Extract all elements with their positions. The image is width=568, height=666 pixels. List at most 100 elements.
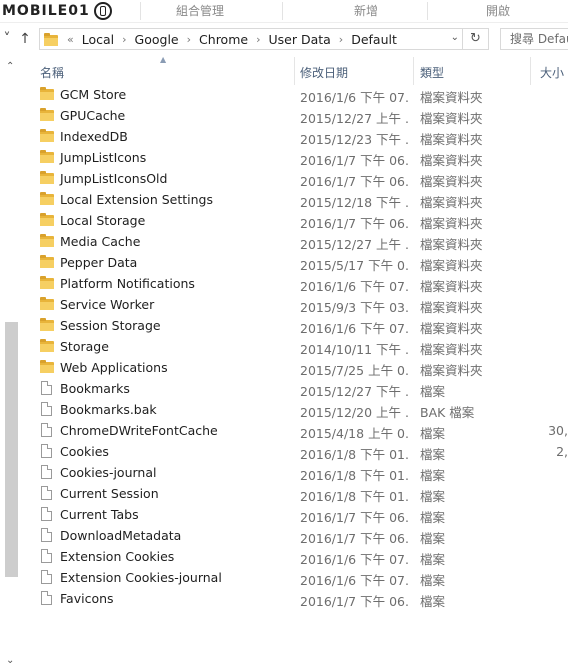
list-item[interactable]: JumpListIcons 2016/1/7 下午 06... 檔案資料夾 bbox=[30, 147, 568, 168]
scrollbar-thumb[interactable] bbox=[5, 322, 18, 577]
ribbon-group-new[interactable]: 新增 bbox=[354, 0, 378, 22]
folder-icon bbox=[40, 129, 56, 143]
item-type: 檔案 bbox=[420, 594, 446, 609]
list-item[interactable]: DownloadMetadata 2016/1/7 下午 06... 檔案 bbox=[30, 525, 568, 546]
item-date-modified: 2016/1/8 下午 01... bbox=[300, 489, 408, 504]
list-item[interactable]: Current Session 2016/1/8 下午 01... 檔案 bbox=[30, 483, 568, 504]
column-date-modified[interactable]: 修改日期 bbox=[300, 64, 348, 81]
item-date-modified: 2016/1/6 下午 07... bbox=[300, 552, 408, 567]
watermark-text: MOBILE01 bbox=[2, 3, 90, 19]
column-header: ▲ 名稱 修改日期 類型 大小 bbox=[30, 55, 568, 85]
column-divider[interactable] bbox=[294, 57, 295, 85]
column-divider[interactable] bbox=[413, 57, 414, 85]
file-icon bbox=[40, 486, 56, 500]
ribbon-divider bbox=[140, 2, 141, 20]
list-item[interactable]: Bookmarks 2015/12/27 下午 ... 檔案 bbox=[30, 378, 568, 399]
breadcrumb-local[interactable]: Local bbox=[78, 32, 118, 47]
breadcrumb-separator[interactable]: › bbox=[335, 33, 347, 46]
item-date-modified: 2016/1/6 下午 07... bbox=[300, 321, 408, 336]
folder-icon bbox=[40, 318, 56, 332]
item-name: Local Extension Settings bbox=[60, 192, 213, 207]
ribbon-group-open[interactable]: 開啟 bbox=[486, 0, 510, 22]
item-date-modified: 2016/1/8 下午 01... bbox=[300, 447, 408, 462]
column-type[interactable]: 類型 bbox=[420, 64, 444, 81]
item-type: 檔案資料夾 bbox=[420, 258, 483, 273]
item-date-modified: 2016/1/6 下午 07... bbox=[300, 90, 408, 105]
file-icon bbox=[40, 549, 56, 563]
item-type: 檔案資料夾 bbox=[420, 237, 483, 252]
item-name: Session Storage bbox=[60, 318, 161, 333]
item-date-modified: 2015/7/25 上午 0... bbox=[300, 363, 408, 378]
column-name[interactable]: 名稱 bbox=[40, 64, 64, 81]
list-item[interactable]: Local Extension Settings 2015/12/18 下午 ..… bbox=[30, 189, 568, 210]
item-name: GPUCache bbox=[60, 108, 126, 123]
search-input[interactable]: 搜尋 Defau bbox=[500, 28, 568, 50]
list-item[interactable]: GPUCache 2015/12/27 上午 ... 檔案資料夾 bbox=[30, 105, 568, 126]
list-item[interactable]: Extension Cookies 2016/1/6 下午 07... 檔案 bbox=[30, 546, 568, 567]
breadcrumb-google[interactable]: Google bbox=[131, 32, 183, 47]
file-icon bbox=[40, 423, 56, 437]
item-date-modified: 2015/12/27 下午 ... bbox=[300, 384, 408, 399]
ribbon-group-organize[interactable]: 組合管理 bbox=[176, 0, 224, 22]
item-name: Web Applications bbox=[60, 360, 168, 375]
item-date-modified: 2015/9/3 下午 03... bbox=[300, 300, 408, 315]
list-item[interactable]: Platform Notifications 2016/1/6 下午 07... 檔… bbox=[30, 273, 568, 294]
watermark-logo: MOBILE01 bbox=[0, 0, 128, 22]
scroll-up-arrow-icon[interactable]: ⌃ bbox=[6, 61, 14, 72]
column-divider[interactable] bbox=[530, 57, 531, 85]
list-item[interactable]: ChromeDWriteFontCache 2015/4/18 上午 0... 檔案… bbox=[30, 420, 568, 441]
item-type: 檔案資料夾 bbox=[420, 216, 483, 231]
breadcrumb-chrome[interactable]: Chrome bbox=[195, 32, 252, 47]
refresh-icon[interactable]: ↻ bbox=[463, 28, 489, 50]
list-item[interactable]: Service Worker 2015/9/3 下午 03... 檔案資料夾 bbox=[30, 294, 568, 315]
item-date-modified: 2015/12/18 下午 ... bbox=[300, 195, 408, 210]
item-name: Current Session bbox=[60, 486, 159, 501]
list-item[interactable]: Bookmarks.bak 2015/12/20 上午 ... BAK 檔案 bbox=[30, 399, 568, 420]
list-item[interactable]: Cookies 2016/1/8 下午 01... 檔案 2, bbox=[30, 441, 568, 462]
folder-icon bbox=[40, 150, 56, 164]
breadcrumb-separator[interactable]: › bbox=[183, 33, 195, 46]
ribbon-divider bbox=[282, 2, 283, 20]
item-size: 2, bbox=[556, 444, 568, 459]
list-item[interactable]: Storage 2014/10/11 下午 ... 檔案資料夾 bbox=[30, 336, 568, 357]
list-item[interactable]: Session Storage 2016/1/6 下午 07... 檔案資料夾 bbox=[30, 315, 568, 336]
folder-icon bbox=[40, 192, 56, 206]
item-date-modified: 2016/1/7 下午 06... bbox=[300, 216, 408, 231]
breadcrumb-user-data[interactable]: User Data bbox=[264, 32, 334, 47]
breadcrumb-separator[interactable]: › bbox=[118, 33, 130, 46]
breadcrumb-separator[interactable]: › bbox=[252, 33, 264, 46]
item-name: Pepper Data bbox=[60, 255, 138, 270]
breadcrumb-default[interactable]: Default bbox=[347, 32, 401, 47]
list-item[interactable]: Extension Cookies-journal 2016/1/6 下午 07.… bbox=[30, 567, 568, 588]
list-item[interactable]: JumpListIconsOld 2016/1/7 下午 06... 檔案資料夾 bbox=[30, 168, 568, 189]
recent-locations-chevron-down-icon[interactable]: ˅ bbox=[0, 31, 14, 47]
column-size[interactable]: 大小 bbox=[540, 64, 564, 81]
scroll-down-arrow-icon[interactable]: ⌄ bbox=[6, 655, 14, 666]
folder-icon bbox=[40, 276, 56, 290]
list-item[interactable]: Media Cache 2015/12/27 上午 ... 檔案資料夾 bbox=[30, 231, 568, 252]
list-item[interactable]: Favicons 2016/1/7 下午 06... 檔案 bbox=[30, 588, 568, 609]
address-bar[interactable]: « Local › Google › Chrome › User Data › … bbox=[39, 28, 463, 50]
address-dropdown-chevron-down-icon[interactable]: ⌄ bbox=[451, 32, 459, 43]
item-date-modified: 2016/1/6 下午 07... bbox=[300, 573, 408, 588]
list-item[interactable]: Current Tabs 2016/1/7 下午 06... 檔案 bbox=[30, 504, 568, 525]
list-item[interactable]: Local Storage 2016/1/7 下午 06... 檔案資料夾 bbox=[30, 210, 568, 231]
folder-icon bbox=[40, 87, 56, 101]
item-type: 檔案 bbox=[420, 510, 446, 525]
item-date-modified: 2016/1/7 下午 06... bbox=[300, 174, 408, 189]
folder-icon bbox=[40, 213, 56, 227]
item-date-modified: 2016/1/6 下午 07... bbox=[300, 279, 408, 294]
breadcrumb-overflow[interactable]: « bbox=[63, 33, 78, 46]
list-item[interactable]: Web Applications 2015/7/25 上午 0... 檔案資料夾 bbox=[30, 357, 568, 378]
item-date-modified: 2014/10/11 下午 ... bbox=[300, 342, 408, 357]
list-item[interactable]: IndexedDB 2015/12/23 下午 ... 檔案資料夾 bbox=[30, 126, 568, 147]
up-arrow-icon[interactable]: ↑ bbox=[18, 31, 32, 47]
item-date-modified: 2015/12/27 上午 ... bbox=[300, 237, 408, 252]
list-item[interactable]: Cookies-journal 2016/1/8 下午 01... 檔案 bbox=[30, 462, 568, 483]
item-date-modified: 2015/4/18 上午 0... bbox=[300, 426, 408, 441]
item-name: Bookmarks bbox=[60, 381, 130, 396]
list-item[interactable]: Pepper Data 2015/5/17 下午 0... 檔案資料夾 bbox=[30, 252, 568, 273]
item-type: 檔案資料夾 bbox=[420, 132, 483, 147]
list-item[interactable]: GCM Store 2016/1/6 下午 07... 檔案資料夾 bbox=[30, 84, 568, 105]
item-name: DownloadMetadata bbox=[60, 528, 182, 543]
